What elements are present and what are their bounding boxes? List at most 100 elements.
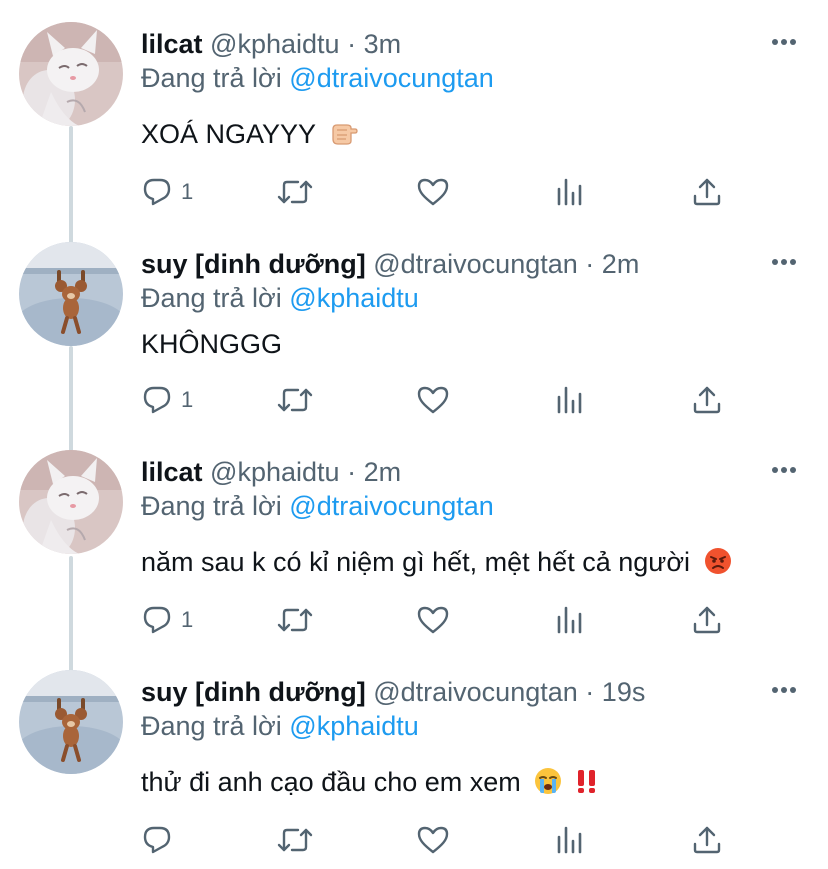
timestamp[interactable]: 3m <box>364 29 402 59</box>
analytics-bars-icon <box>557 606 582 634</box>
mention-link[interactable]: @kphaidtu <box>289 711 419 741</box>
analytics-button[interactable] <box>555 600 585 640</box>
retweet-button[interactable] <box>276 380 314 420</box>
more-dots-icon <box>772 687 796 693</box>
separator-dot: · <box>585 677 595 707</box>
action-bar: 1 <box>0 172 828 212</box>
analytics-button[interactable] <box>555 820 585 860</box>
replying-prefix: Đang trả lời <box>141 283 282 313</box>
reply-button[interactable]: 1 <box>141 172 193 212</box>
action-bar <box>0 820 828 860</box>
share-button[interactable] <box>692 172 722 212</box>
analytics-bars-icon <box>557 178 582 206</box>
white-cat-avatar-icon <box>19 450 123 554</box>
replying-prefix: Đang trả lời <box>141 491 282 521</box>
separator-dot: · <box>347 29 357 59</box>
avatar[interactable] <box>19 242 123 346</box>
like-button[interactable] <box>416 380 450 420</box>
retweet-button[interactable] <box>276 820 314 860</box>
timestamp[interactable]: 19s <box>602 677 646 707</box>
retweet-button[interactable] <box>276 600 314 640</box>
heart-icon <box>417 386 449 414</box>
reply-button[interactable]: 1 <box>141 380 193 420</box>
share-upload-icon <box>693 606 721 634</box>
share-button[interactable] <box>692 380 722 420</box>
reply-count: 1 <box>181 387 194 412</box>
retweet-button[interactable] <box>276 172 314 212</box>
replying-to-line: Đang trả lời @kphaidtu <box>141 710 419 742</box>
avatar[interactable] <box>19 670 123 774</box>
like-button[interactable] <box>416 820 450 860</box>
share-upload-icon <box>693 826 721 854</box>
analytics-button[interactable] <box>555 380 585 420</box>
mention-link[interactable]: @kphaidtu <box>289 283 419 313</box>
tweet[interactable]: suy [dinh dưỡng] @dtraivocungtan · 19s Đ… <box>0 670 828 869</box>
reply-bubble-icon <box>143 178 171 206</box>
author-handle[interactable]: @kphaidtu <box>210 29 340 59</box>
separator-dot: · <box>347 457 357 487</box>
separator-dot: · <box>585 249 595 279</box>
jerry-mouse-avatar-icon <box>19 242 123 346</box>
timestamp[interactable]: 2m <box>602 249 640 279</box>
retweet-icon <box>277 608 313 632</box>
tweet-header: suy [dinh dưỡng] @dtraivocungtan · 2m <box>141 248 639 280</box>
author-handle[interactable]: @dtraivocungtan <box>373 249 578 279</box>
tweet-text: thử đi anh cạo đầu cho em xem <box>141 764 598 804</box>
author-name[interactable]: lilcat <box>141 457 203 487</box>
like-button[interactable] <box>416 172 450 212</box>
replying-to-line: Đang trả lời @kphaidtu <box>141 282 419 314</box>
reply-count: 1 <box>181 607 194 632</box>
reply-thread: lilcat @kphaidtu · 3m Đang trả lời @dtra… <box>0 0 828 869</box>
tweet-text-content: năm sau k có kỉ niệm gì hết, mệt hết cả … <box>141 547 691 577</box>
reply-button[interactable]: 1 <box>141 600 193 640</box>
white-cat-avatar-icon <box>19 22 123 126</box>
share-upload-icon <box>693 386 721 414</box>
tweet-text: XOÁ NGAYYY <box>141 116 359 156</box>
retweet-icon <box>277 388 313 412</box>
author-handle[interactable]: @kphaidtu <box>210 457 340 487</box>
more-options-button[interactable] <box>768 454 800 486</box>
action-bar: 1 <box>0 380 828 420</box>
jerry-mouse-avatar-icon <box>19 670 123 774</box>
analytics-button[interactable] <box>555 172 585 212</box>
retweet-icon <box>277 180 313 204</box>
angry-face-icon <box>704 547 732 584</box>
tweet[interactable]: lilcat @kphaidtu · 3m Đang trả lời @dtra… <box>0 22 828 232</box>
avatar[interactable] <box>19 22 123 126</box>
retweet-icon <box>277 828 313 852</box>
heart-icon <box>417 606 449 634</box>
tweet-text: năm sau k có kỉ niệm gì hết, mệt hết cả … <box>141 544 732 584</box>
crying-face-icon <box>534 767 562 804</box>
like-button[interactable] <box>416 600 450 640</box>
tweet-header: lilcat @kphaidtu · 2m <box>141 456 401 488</box>
share-button[interactable] <box>692 820 722 860</box>
avatar[interactable] <box>19 450 123 554</box>
mention-link[interactable]: @dtraivocungtan <box>289 63 494 93</box>
mention-link[interactable]: @dtraivocungtan <box>289 491 494 521</box>
author-name[interactable]: suy [dinh dưỡng] <box>141 249 366 279</box>
more-dots-icon <box>772 259 796 265</box>
replying-to-line: Đang trả lời @dtraivocungtan <box>141 62 494 94</box>
author-name[interactable]: lilcat <box>141 29 203 59</box>
share-upload-icon <box>693 178 721 206</box>
analytics-bars-icon <box>557 386 582 414</box>
tweet[interactable]: lilcat @kphaidtu · 2m Đang trả lời @dtra… <box>0 450 828 660</box>
tweet-text-content: thử đi anh cạo đầu cho em xem <box>141 767 521 797</box>
share-button[interactable] <box>692 600 722 640</box>
author-name[interactable]: suy [dinh dưỡng] <box>141 677 366 707</box>
tweet-header: lilcat @kphaidtu · 3m <box>141 28 401 60</box>
replying-prefix: Đang trả lời <box>141 711 282 741</box>
timestamp[interactable]: 2m <box>364 457 402 487</box>
more-dots-icon <box>772 467 796 473</box>
tweet-text-content: XOÁ NGAYYY <box>141 119 316 149</box>
analytics-bars-icon <box>557 826 582 854</box>
more-dots-icon <box>772 39 796 45</box>
reply-bubble-icon <box>143 386 171 414</box>
more-options-button[interactable] <box>768 246 800 278</box>
author-handle[interactable]: @dtraivocungtan <box>373 677 578 707</box>
reply-button[interactable] <box>141 820 181 860</box>
tweet[interactable]: suy [dinh dưỡng] @dtraivocungtan · 2m Đa… <box>0 242 828 442</box>
more-options-button[interactable] <box>768 674 800 706</box>
replying-to-line: Đang trả lời @dtraivocungtan <box>141 490 494 522</box>
more-options-button[interactable] <box>768 26 800 58</box>
